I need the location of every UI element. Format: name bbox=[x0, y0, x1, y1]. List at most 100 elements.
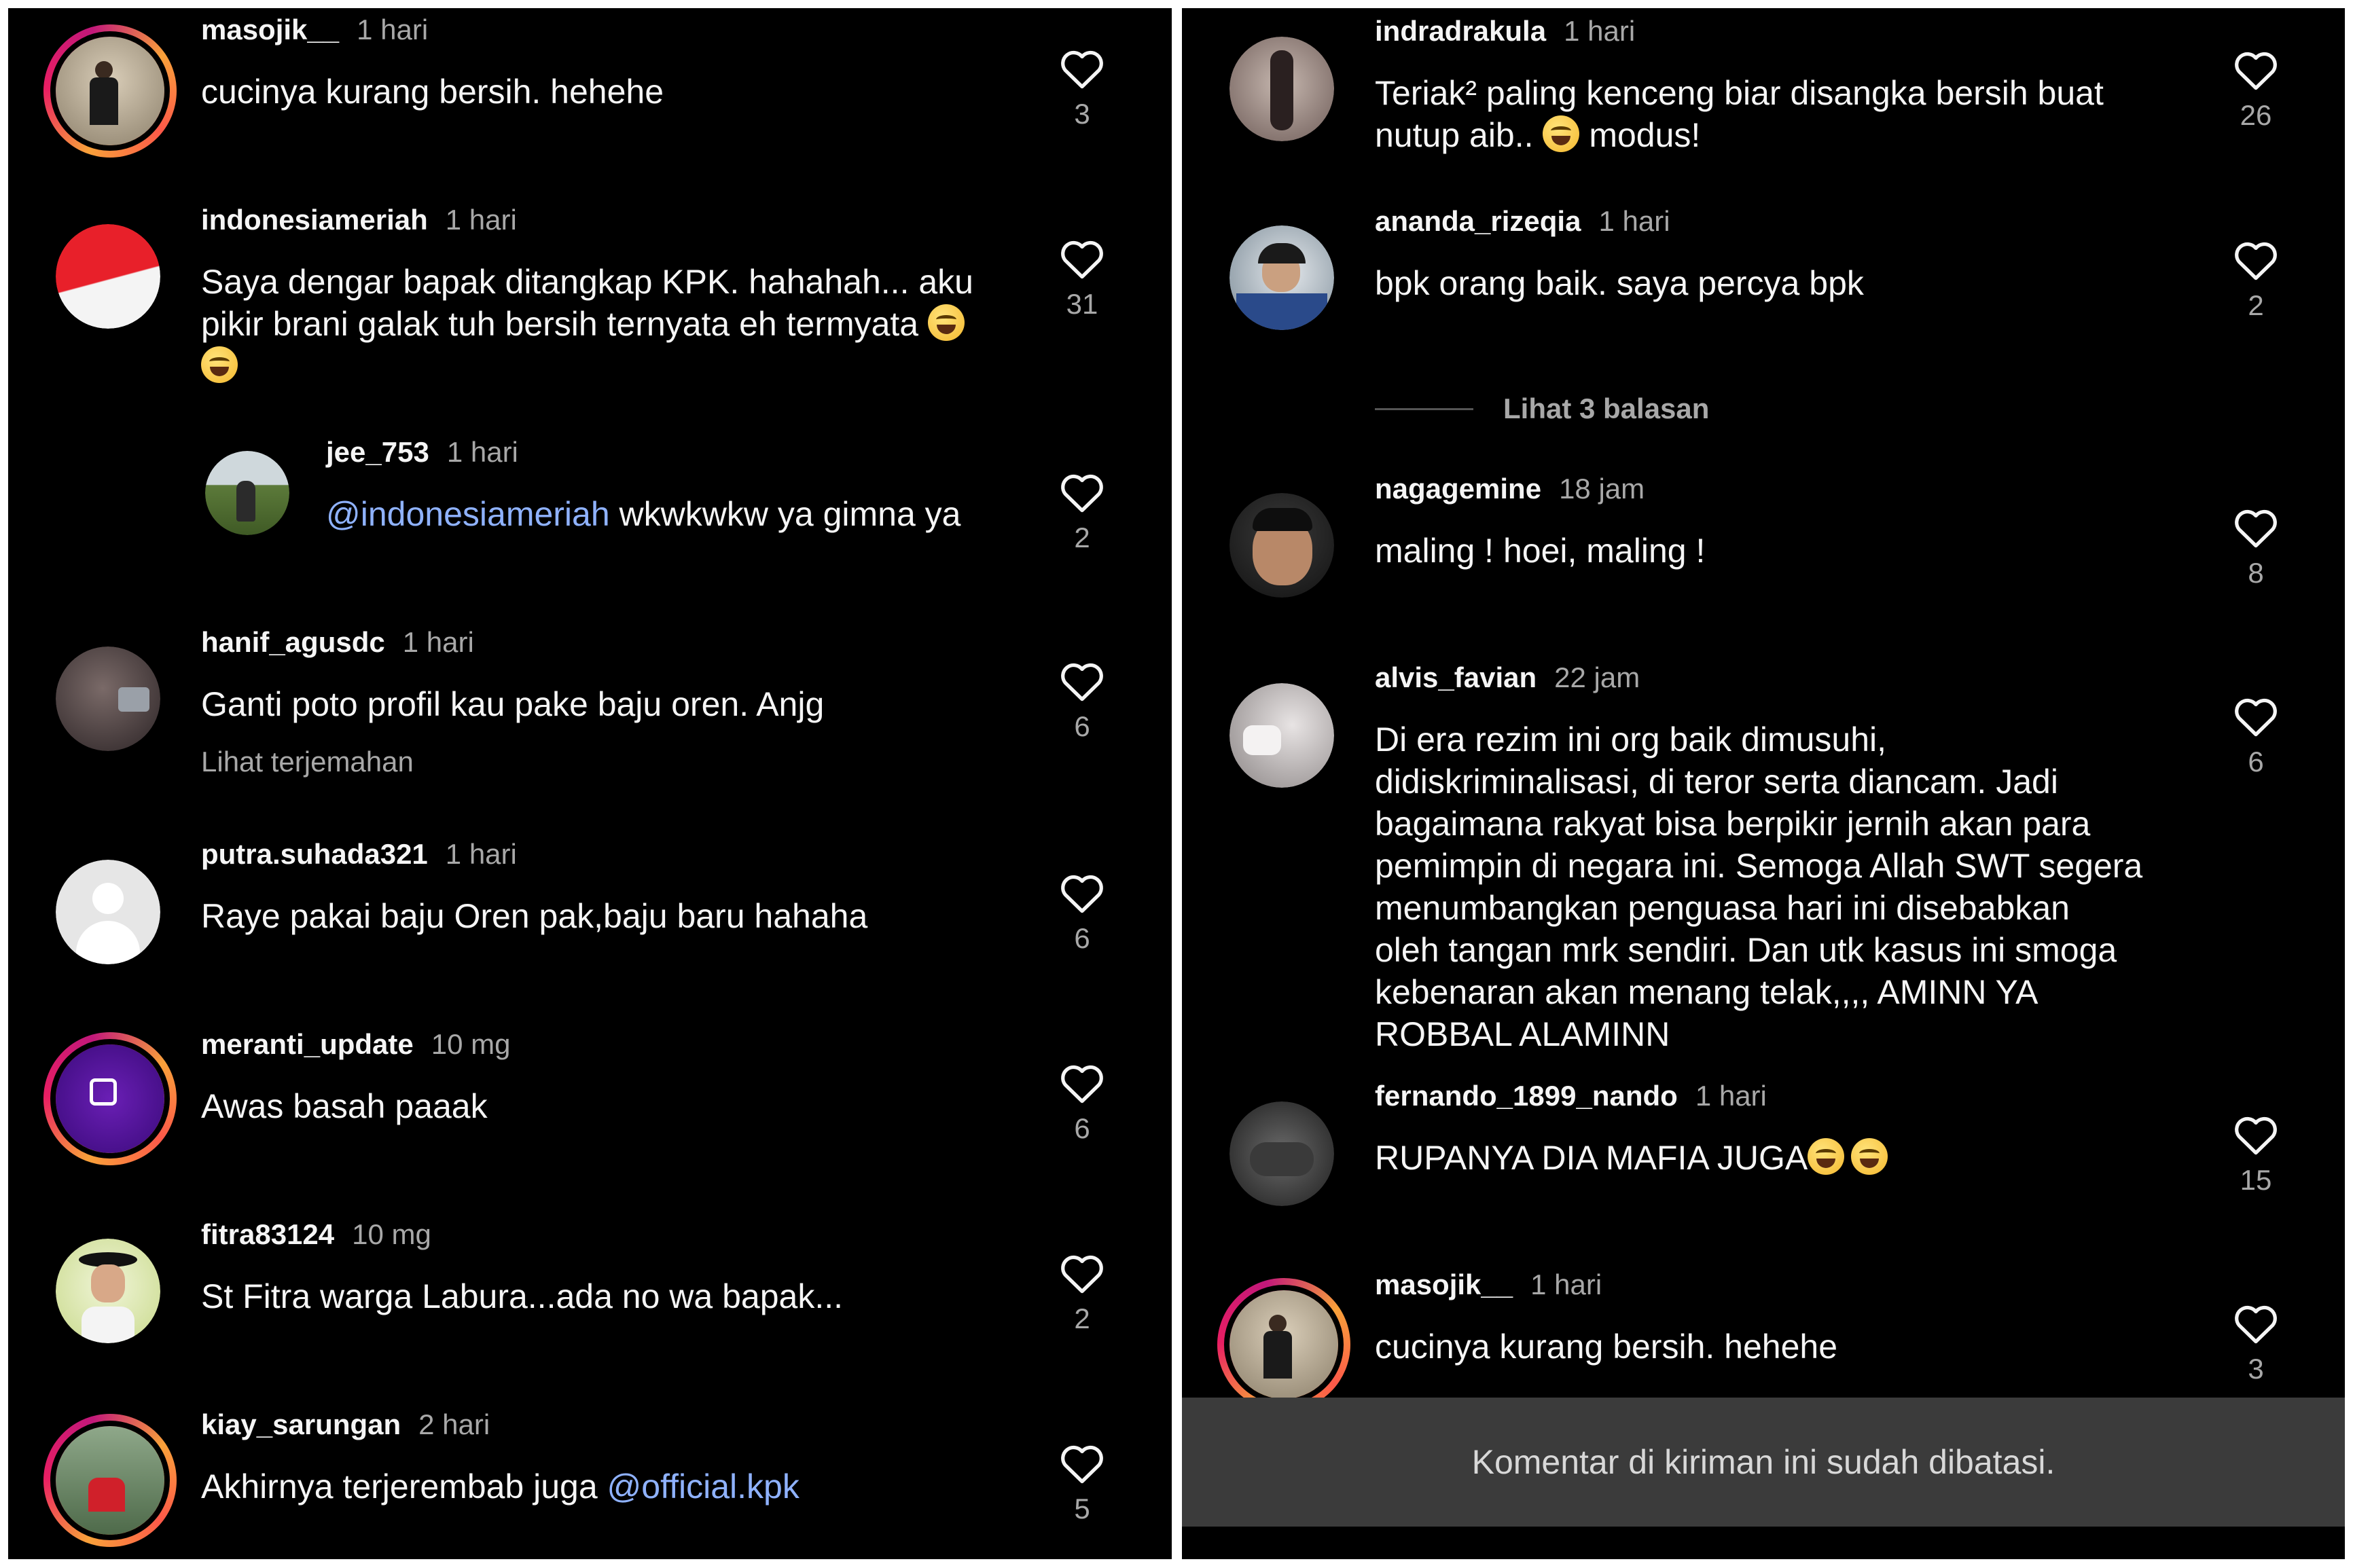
comment-meta: masojik__ 1 hari bbox=[201, 14, 428, 46]
username[interactable]: fitra83124 bbox=[201, 1218, 334, 1250]
avatar[interactable] bbox=[205, 451, 289, 535]
username[interactable]: putra.suhada321 bbox=[201, 838, 428, 870]
heart-outline-icon bbox=[1061, 663, 1103, 701]
heart-outline-icon bbox=[1061, 1065, 1103, 1104]
avatar[interactable] bbox=[43, 1032, 177, 1165]
heart-outline-icon bbox=[2235, 1116, 2277, 1155]
username[interactable]: nagagemine bbox=[1375, 473, 1541, 505]
username[interactable]: jee_753 bbox=[326, 436, 429, 468]
default-profile-icon bbox=[92, 883, 124, 914]
avatar[interactable] bbox=[43, 1414, 177, 1547]
username[interactable]: alvis_favian bbox=[1375, 661, 1537, 693]
heart-outline-icon bbox=[2235, 509, 2277, 548]
username[interactable]: masojik__ bbox=[1375, 1269, 1513, 1300]
like-count: 5 bbox=[1074, 1493, 1090, 1525]
comment-meta: kiay_sarungan 2 hari bbox=[201, 1408, 490, 1441]
like-button[interactable]: 3 bbox=[2225, 1301, 2286, 1385]
comments-panel-right: indradrakula 1 hari Teriak² paling kencen… bbox=[1182, 8, 2345, 1559]
laughing-tears-icon bbox=[1851, 1138, 1888, 1175]
avatar[interactable] bbox=[1229, 225, 1334, 330]
comment-text: cucinya kurang bersih. hehehe bbox=[201, 73, 664, 111]
comment-text-line: pikir brani galak tuh bersih ternyata eh… bbox=[201, 305, 919, 343]
comment-text-line: menumbangkan penguasa hari ini disebabka… bbox=[1375, 889, 2070, 927]
like-button[interactable]: 6 bbox=[2225, 694, 2286, 778]
like-count: 6 bbox=[1074, 710, 1090, 742]
like-count: 3 bbox=[2248, 1353, 2264, 1385]
crying-face-icon bbox=[928, 304, 965, 341]
username[interactable]: fernando_1899_nando bbox=[1375, 1080, 1678, 1112]
like-button[interactable]: 8 bbox=[2225, 505, 2286, 589]
username[interactable]: ananda_rizeqia bbox=[1375, 205, 1581, 237]
comment-text: bpk orang baik. saya percya bpk bbox=[1375, 264, 1864, 302]
mention-link[interactable]: @indonesiameriah bbox=[326, 495, 610, 533]
comment-text: Saya dengar bapak ditangkap KPK. hahahah… bbox=[201, 261, 1030, 387]
avatar[interactable] bbox=[1217, 1278, 1350, 1411]
like-count: 3 bbox=[1074, 98, 1090, 130]
timestamp: 1 hari bbox=[445, 838, 517, 870]
like-button[interactable]: 6 bbox=[1052, 1061, 1113, 1145]
heart-outline-icon bbox=[1061, 50, 1103, 89]
comment-meta: jee_753 1 hari bbox=[326, 436, 518, 469]
username[interactable]: meranti_update bbox=[201, 1028, 414, 1060]
avatar[interactable] bbox=[56, 860, 160, 964]
timestamp: 1 hari bbox=[1598, 205, 1670, 237]
timestamp: 18 jam bbox=[1559, 473, 1645, 505]
avatar[interactable] bbox=[1229, 37, 1334, 141]
heart-outline-icon bbox=[1061, 240, 1103, 279]
laughing-tears-icon bbox=[1543, 115, 1580, 152]
view-replies-button[interactable]: Lihat 3 balasan bbox=[1375, 393, 1709, 425]
like-count: 26 bbox=[2240, 99, 2272, 131]
heart-outline-icon bbox=[1061, 875, 1103, 913]
comment-text: Akhirnya terjerembab juga @official.kpk bbox=[201, 1465, 800, 1508]
like-button[interactable]: 2 bbox=[2225, 238, 2286, 322]
heart-outline-icon bbox=[2235, 52, 2277, 90]
comment-text-line: ROBBAL ALAMINN bbox=[1375, 1015, 1670, 1053]
avatar[interactable] bbox=[43, 24, 177, 158]
heart-outline-icon bbox=[2235, 1305, 2277, 1344]
comment-text-line: nutup aib.. bbox=[1375, 116, 1543, 154]
username[interactable]: indradrakula bbox=[1375, 15, 1546, 47]
comment-text-body: wkwkwkw ya gimna ya bbox=[609, 495, 961, 533]
username[interactable]: indonesiameriah bbox=[201, 204, 428, 236]
see-translation-link[interactable]: Lihat terjemahan bbox=[201, 746, 414, 778]
comment-meta: fernando_1899_nando 1 hari bbox=[1375, 1080, 1767, 1112]
username[interactable]: kiay_sarungan bbox=[201, 1408, 401, 1440]
like-button[interactable]: 31 bbox=[1052, 236, 1113, 321]
like-button[interactable]: 15 bbox=[2225, 1112, 2286, 1197]
timestamp: 22 jam bbox=[1554, 661, 1640, 693]
like-button[interactable]: 2 bbox=[1052, 1251, 1113, 1335]
username[interactable]: hanif_agusdc bbox=[201, 626, 385, 658]
like-button[interactable]: 6 bbox=[1052, 871, 1113, 955]
timestamp: 1 hari bbox=[1695, 1080, 1767, 1112]
comment-text: Ganti poto profil kau pake baju oren. An… bbox=[201, 685, 825, 723]
mention-link[interactable]: @official.kpk bbox=[607, 1467, 800, 1506]
avatar[interactable] bbox=[1229, 1101, 1334, 1206]
like-count: 15 bbox=[2240, 1164, 2272, 1196]
avatar[interactable] bbox=[1229, 683, 1334, 788]
avatar[interactable] bbox=[56, 646, 160, 751]
comment-meta: nagagemine 18 jam bbox=[1375, 473, 1645, 505]
like-button[interactable]: 3 bbox=[1052, 46, 1113, 130]
timestamp: 1 hari bbox=[402, 626, 474, 658]
like-button[interactable]: 2 bbox=[1052, 470, 1113, 554]
username[interactable]: masojik__ bbox=[201, 14, 339, 45]
comment-text-line: oleh tangan mrk sendiri. Dan utk kasus i… bbox=[1375, 931, 2117, 969]
like-button[interactable]: 26 bbox=[2225, 48, 2286, 132]
like-count: 6 bbox=[1074, 1112, 1090, 1144]
timestamp: 2 hari bbox=[418, 1408, 490, 1440]
comment-meta: masojik__ 1 hari bbox=[1375, 1269, 1602, 1301]
comment-text-body: Akhirnya terjerembab juga bbox=[201, 1467, 607, 1506]
comment-text-line: Di era rezim ini org baik dimusuhi, bbox=[1375, 721, 1887, 759]
like-button[interactable]: 6 bbox=[1052, 659, 1113, 743]
comment-meta: hanif_agusdc 1 hari bbox=[201, 626, 474, 659]
like-button[interactable]: 5 bbox=[1052, 1441, 1113, 1525]
avatar[interactable] bbox=[56, 1239, 160, 1343]
avatar[interactable] bbox=[1229, 493, 1334, 598]
avatar[interactable] bbox=[56, 224, 160, 329]
comment-text-line: didiskriminalisasi, di teror serta dianc… bbox=[1375, 763, 2058, 801]
timestamp: 1 hari bbox=[1564, 15, 1636, 47]
reply-thread-line bbox=[1375, 407, 1473, 410]
timestamp: 1 hari bbox=[357, 14, 429, 45]
like-count: 6 bbox=[1074, 922, 1090, 954]
timestamp: 1 hari bbox=[1530, 1269, 1602, 1300]
